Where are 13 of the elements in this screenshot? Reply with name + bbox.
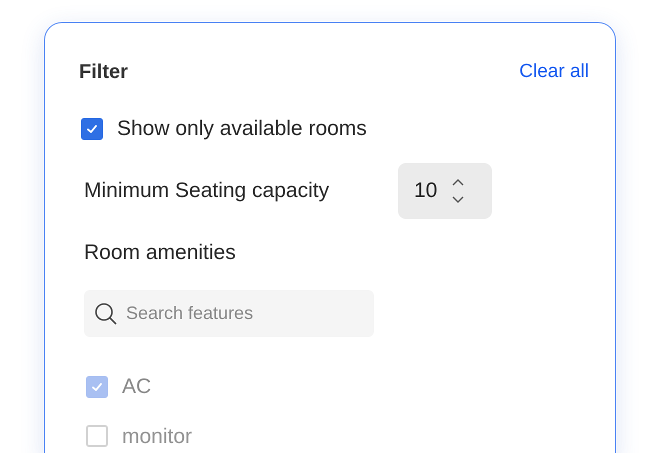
checkbox[interactable] xyxy=(86,376,108,398)
search-icon xyxy=(94,302,118,326)
amenity-label: AC xyxy=(122,374,152,400)
capacity-stepper[interactable]: 10 xyxy=(398,162,492,218)
panel-title: Filter xyxy=(79,60,128,85)
checkbox[interactable] xyxy=(81,118,103,140)
section-title: Room amenities xyxy=(84,240,237,266)
stepper-arrows-icon xyxy=(451,178,466,204)
amenity-label: monitor xyxy=(122,424,192,450)
seating-label: Minimum Seating capacity xyxy=(84,178,330,204)
search-field[interactable]: Search features xyxy=(84,290,374,337)
checkbox-label: Show only available rooms xyxy=(117,116,367,142)
clear-all-link[interactable]: Clear all xyxy=(519,58,589,86)
